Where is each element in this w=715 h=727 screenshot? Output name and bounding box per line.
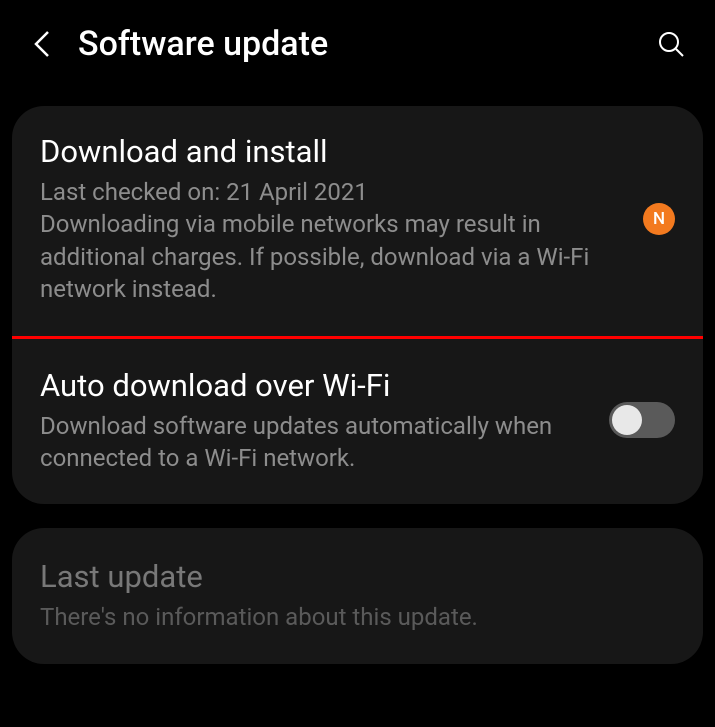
auto-download-toggle[interactable] — [609, 402, 675, 438]
item-description: Download software updates automatically … — [40, 410, 589, 475]
back-icon[interactable] — [30, 32, 54, 56]
settings-card-secondary: Last update There's no information about… — [12, 528, 703, 663]
last-update-item[interactable]: Last update There's no information about… — [12, 528, 703, 663]
download-install-item[interactable]: Download and install Last checked on: 21… — [12, 106, 703, 339]
item-content: Auto download over Wi-Fi Download softwa… — [40, 367, 589, 475]
item-title: Download and install — [40, 133, 623, 170]
settings-card-main: Download and install Last checked on: 21… — [12, 106, 703, 504]
item-title: Last update — [40, 558, 675, 595]
search-icon[interactable] — [657, 30, 685, 58]
page-title: Software update — [78, 24, 657, 64]
auto-download-item[interactable]: Auto download over Wi-Fi Download softwa… — [12, 337, 703, 505]
header: Software update — [0, 0, 715, 94]
item-content: Download and install Last checked on: 21… — [40, 133, 623, 306]
notification-badge: N — [643, 203, 675, 235]
toggle-knob — [612, 405, 642, 435]
item-title: Auto download over Wi-Fi — [40, 367, 589, 404]
item-description: Last checked on: 21 April 2021 Downloadi… — [40, 176, 623, 306]
item-description: There's no information about this update… — [40, 601, 675, 633]
item-content: Last update There's no information about… — [40, 558, 675, 633]
